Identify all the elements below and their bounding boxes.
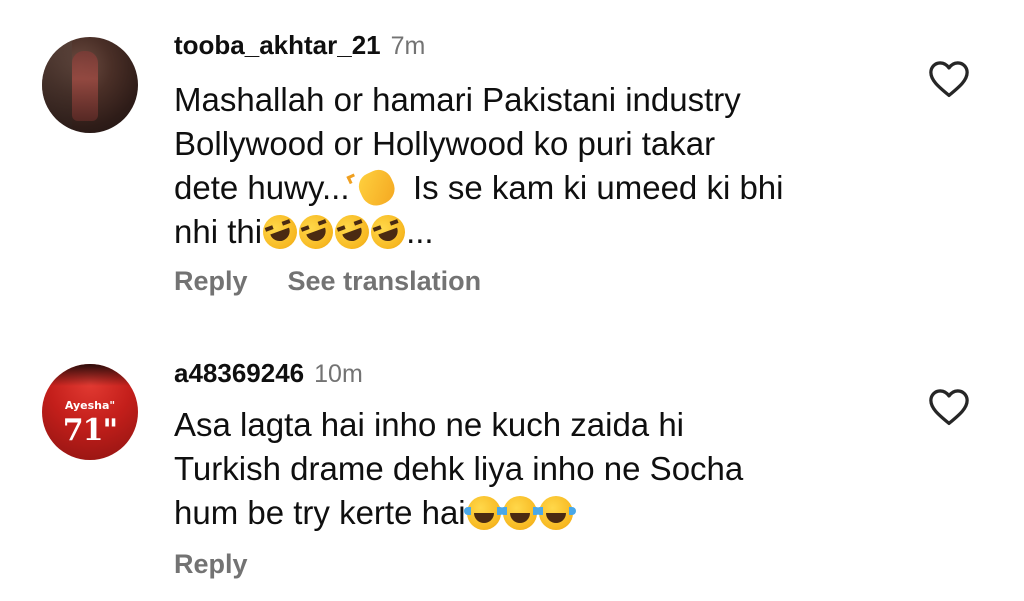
avatar[interactable]: Ayesha" 71" <box>42 364 138 460</box>
comment-line-text: hum be try kerte hai <box>174 494 466 531</box>
comment-line: dete huwy... Is se kam ki umeed ki bhi <box>174 165 784 211</box>
comment-line: hum be try kerte hai <box>174 491 743 535</box>
clapping-hands-icon <box>354 165 400 211</box>
comment-line-text: dete huwy... <box>174 169 350 206</box>
rofl-emoji-icon <box>366 210 410 254</box>
avatar-jersey-number: 71" <box>62 413 118 448</box>
avatar[interactable] <box>42 37 138 133</box>
tears-of-joy-emoji-icon <box>463 496 504 530</box>
avatar-background <box>42 37 72 133</box>
timestamp: 10m <box>314 360 363 388</box>
comment-header: tooba_akhtar_21 7m <box>174 30 425 61</box>
see-translation-button[interactable]: See translation <box>288 265 482 297</box>
comment-text: Asa lagta hai inho ne kuch zaida hi Turk… <box>174 403 743 535</box>
rofl-emoji-icon <box>258 210 302 254</box>
heart-outline-icon[interactable] <box>928 60 970 98</box>
comment-line: Mashallah or hamari Pakistani industry <box>174 81 741 118</box>
tears-of-joy-emoji-icon <box>499 496 540 530</box>
comment-header: a48369246 10m <box>174 358 363 389</box>
comment-line: Bollywood or Hollywood ko puri takar <box>174 125 716 162</box>
rofl-emoji-icon <box>294 210 338 254</box>
avatar-shirt-shade <box>42 364 138 386</box>
reply-button[interactable]: Reply <box>174 548 248 580</box>
timestamp: 7m <box>390 32 426 60</box>
username[interactable]: a48369246 <box>174 358 304 388</box>
comment-line: nhi thi... <box>174 210 784 254</box>
comment-actions: Reply <box>174 548 248 580</box>
comment-text: Mashallah or hamari Pakistani industry B… <box>174 78 784 254</box>
comment-line-text: ... <box>406 213 434 250</box>
comment-line-text: nhi thi <box>174 213 263 250</box>
reply-button[interactable]: Reply <box>174 265 248 297</box>
comment-line: Asa lagta hai inho ne kuch zaida hi <box>174 406 685 443</box>
username[interactable]: tooba_akhtar_21 <box>174 30 381 60</box>
comment-line: Turkish drame dehk liya inho ne Socha <box>174 450 744 487</box>
comment-line-text: Is se kam ki umeed ki bhi <box>413 169 784 206</box>
avatar-jersey-name: Ayesha" <box>64 399 116 412</box>
comment-actions: Reply See translation <box>174 265 481 297</box>
avatar-figure <box>72 51 98 121</box>
tears-of-joy-emoji-icon <box>535 496 576 530</box>
heart-outline-icon[interactable] <box>928 388 970 426</box>
rofl-emoji-icon <box>330 210 374 254</box>
